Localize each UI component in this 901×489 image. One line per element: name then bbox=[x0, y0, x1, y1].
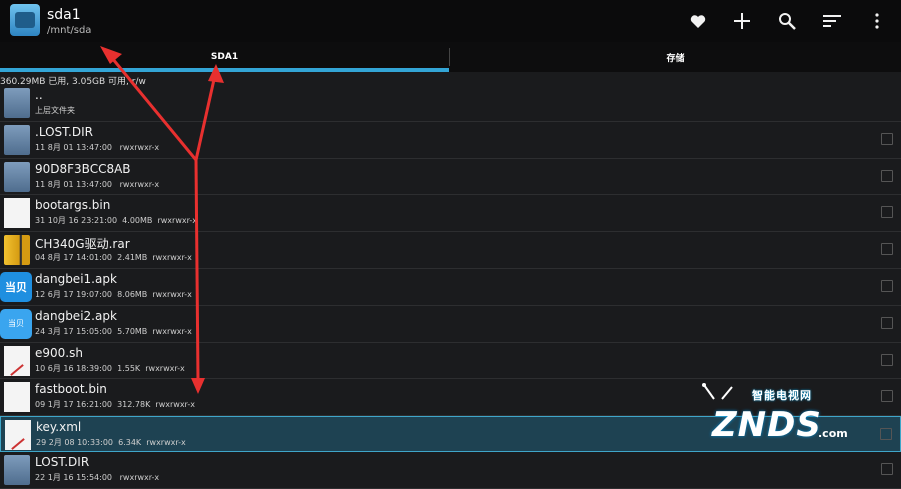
folder-icon bbox=[4, 88, 30, 118]
select-checkbox[interactable] bbox=[881, 390, 893, 403]
script-icon bbox=[4, 345, 30, 376]
select-checkbox[interactable] bbox=[881, 206, 893, 219]
watermark-suffix: .com bbox=[818, 427, 848, 440]
add-icon[interactable] bbox=[728, 8, 756, 34]
overflow-menu-icon[interactable] bbox=[863, 8, 891, 34]
sort-icon[interactable] bbox=[818, 8, 846, 34]
document-icon bbox=[4, 382, 30, 413]
file-name: bootargs.bin bbox=[35, 198, 111, 213]
file-name: 90D8F3BCC8AB bbox=[35, 161, 131, 176]
file-meta: 11 8月 01 13:47:00 rwxrwxr-x bbox=[35, 179, 160, 189]
file-name: fastboot.bin bbox=[35, 382, 107, 397]
file-name: CH340G驱动.rar bbox=[35, 237, 130, 252]
heart-icon[interactable] bbox=[684, 8, 712, 34]
select-checkbox[interactable] bbox=[881, 132, 893, 145]
select-checkbox[interactable] bbox=[881, 353, 893, 366]
file-meta: 11 8月 01 13:47:00 rwxrwxr-x bbox=[35, 142, 160, 152]
file-meta: 04 8月 17 14:01:00 2.41MB rwxrwxr-x bbox=[35, 253, 192, 263]
watermark-cn: 智能电视网 bbox=[752, 389, 812, 402]
search-icon[interactable] bbox=[773, 8, 801, 34]
app-title: sda1 bbox=[47, 7, 81, 23]
file-name: .. bbox=[35, 88, 43, 102]
select-checkbox[interactable] bbox=[881, 316, 893, 329]
watermark-logo: 智能电视网 ZNDS .com bbox=[690, 383, 865, 458]
current-path: /mnt/sda bbox=[47, 25, 92, 36]
file-meta: 22 1月 16 15:54:00 rwxrwxr-x bbox=[35, 473, 160, 483]
apk-icon: 当贝 bbox=[0, 271, 32, 302]
list-item[interactable]: 当贝 dangbei2.apk 24 3月 17 15:05:00 5.70MB… bbox=[0, 306, 901, 343]
select-checkbox[interactable] bbox=[880, 428, 892, 441]
action-bar: sda1 /mnt/sda bbox=[0, 0, 901, 43]
file-name: LOST.DIR bbox=[35, 455, 90, 470]
document-icon bbox=[4, 198, 30, 229]
file-meta: 09 1月 17 16:21:00 312.78K rwxrwxr-x bbox=[35, 400, 195, 410]
folder-icon bbox=[4, 124, 30, 155]
script-icon bbox=[5, 420, 31, 451]
file-name: dangbei1.apk bbox=[35, 271, 117, 286]
select-checkbox[interactable] bbox=[881, 169, 893, 182]
file-name: e900.sh bbox=[35, 345, 83, 360]
file-name: dangbei2.apk bbox=[35, 308, 117, 323]
select-checkbox[interactable] bbox=[881, 279, 893, 292]
file-meta: 24 3月 17 15:05:00 5.70MB rwxrwxr-x bbox=[35, 326, 192, 336]
tab-divider bbox=[449, 48, 450, 66]
list-item[interactable]: CH340G驱动.rar 04 8月 17 14:01:00 2.41MB rw… bbox=[0, 232, 901, 269]
list-item[interactable]: e900.sh 10 6月 16 18:39:00 1.55K rwxrwxr-… bbox=[0, 343, 901, 380]
apk-icon: 当贝 bbox=[0, 308, 32, 339]
file-meta: 29 2月 08 10:33:00 6.34K rwxrwxr-x bbox=[36, 438, 186, 448]
app-icon[interactable] bbox=[10, 4, 40, 36]
list-item[interactable]: 当贝 dangbei1.apk 12 6月 17 19:07:00 8.06MB… bbox=[0, 269, 901, 306]
file-name: key.xml bbox=[36, 420, 82, 435]
list-item[interactable]: 90D8F3BCC8AB 11 8月 01 13:47:00 rwxrwxr-x bbox=[0, 159, 901, 196]
list-item[interactable]: .LOST.DIR 11 8月 01 13:47:00 rwxrwxr-x bbox=[0, 122, 901, 159]
select-checkbox[interactable] bbox=[881, 463, 893, 476]
archive-icon bbox=[4, 235, 30, 266]
folder-icon bbox=[4, 161, 30, 192]
file-meta: 10 6月 16 18:39:00 1.55K rwxrwxr-x bbox=[35, 363, 185, 373]
file-meta: 31 10月 16 23:21:00 4.00MB rwxrwxr-x bbox=[35, 216, 198, 226]
list-item[interactable]: bootargs.bin 31 10月 16 23:21:00 4.00MB r… bbox=[0, 195, 901, 233]
select-checkbox[interactable] bbox=[881, 243, 893, 256]
watermark-en: ZNDS bbox=[712, 405, 822, 445]
file-name: .LOST.DIR bbox=[35, 124, 93, 139]
file-meta: 上层文件夹 bbox=[35, 106, 75, 115]
file-meta: 12 6月 17 19:07:00 8.06MB rwxrwxr-x bbox=[35, 289, 192, 299]
active-tab-indicator bbox=[0, 68, 449, 72]
tab-storage[interactable]: 存储 bbox=[450, 42, 901, 72]
list-item-parent[interactable]: .. 上层文件夹 bbox=[0, 85, 901, 122]
